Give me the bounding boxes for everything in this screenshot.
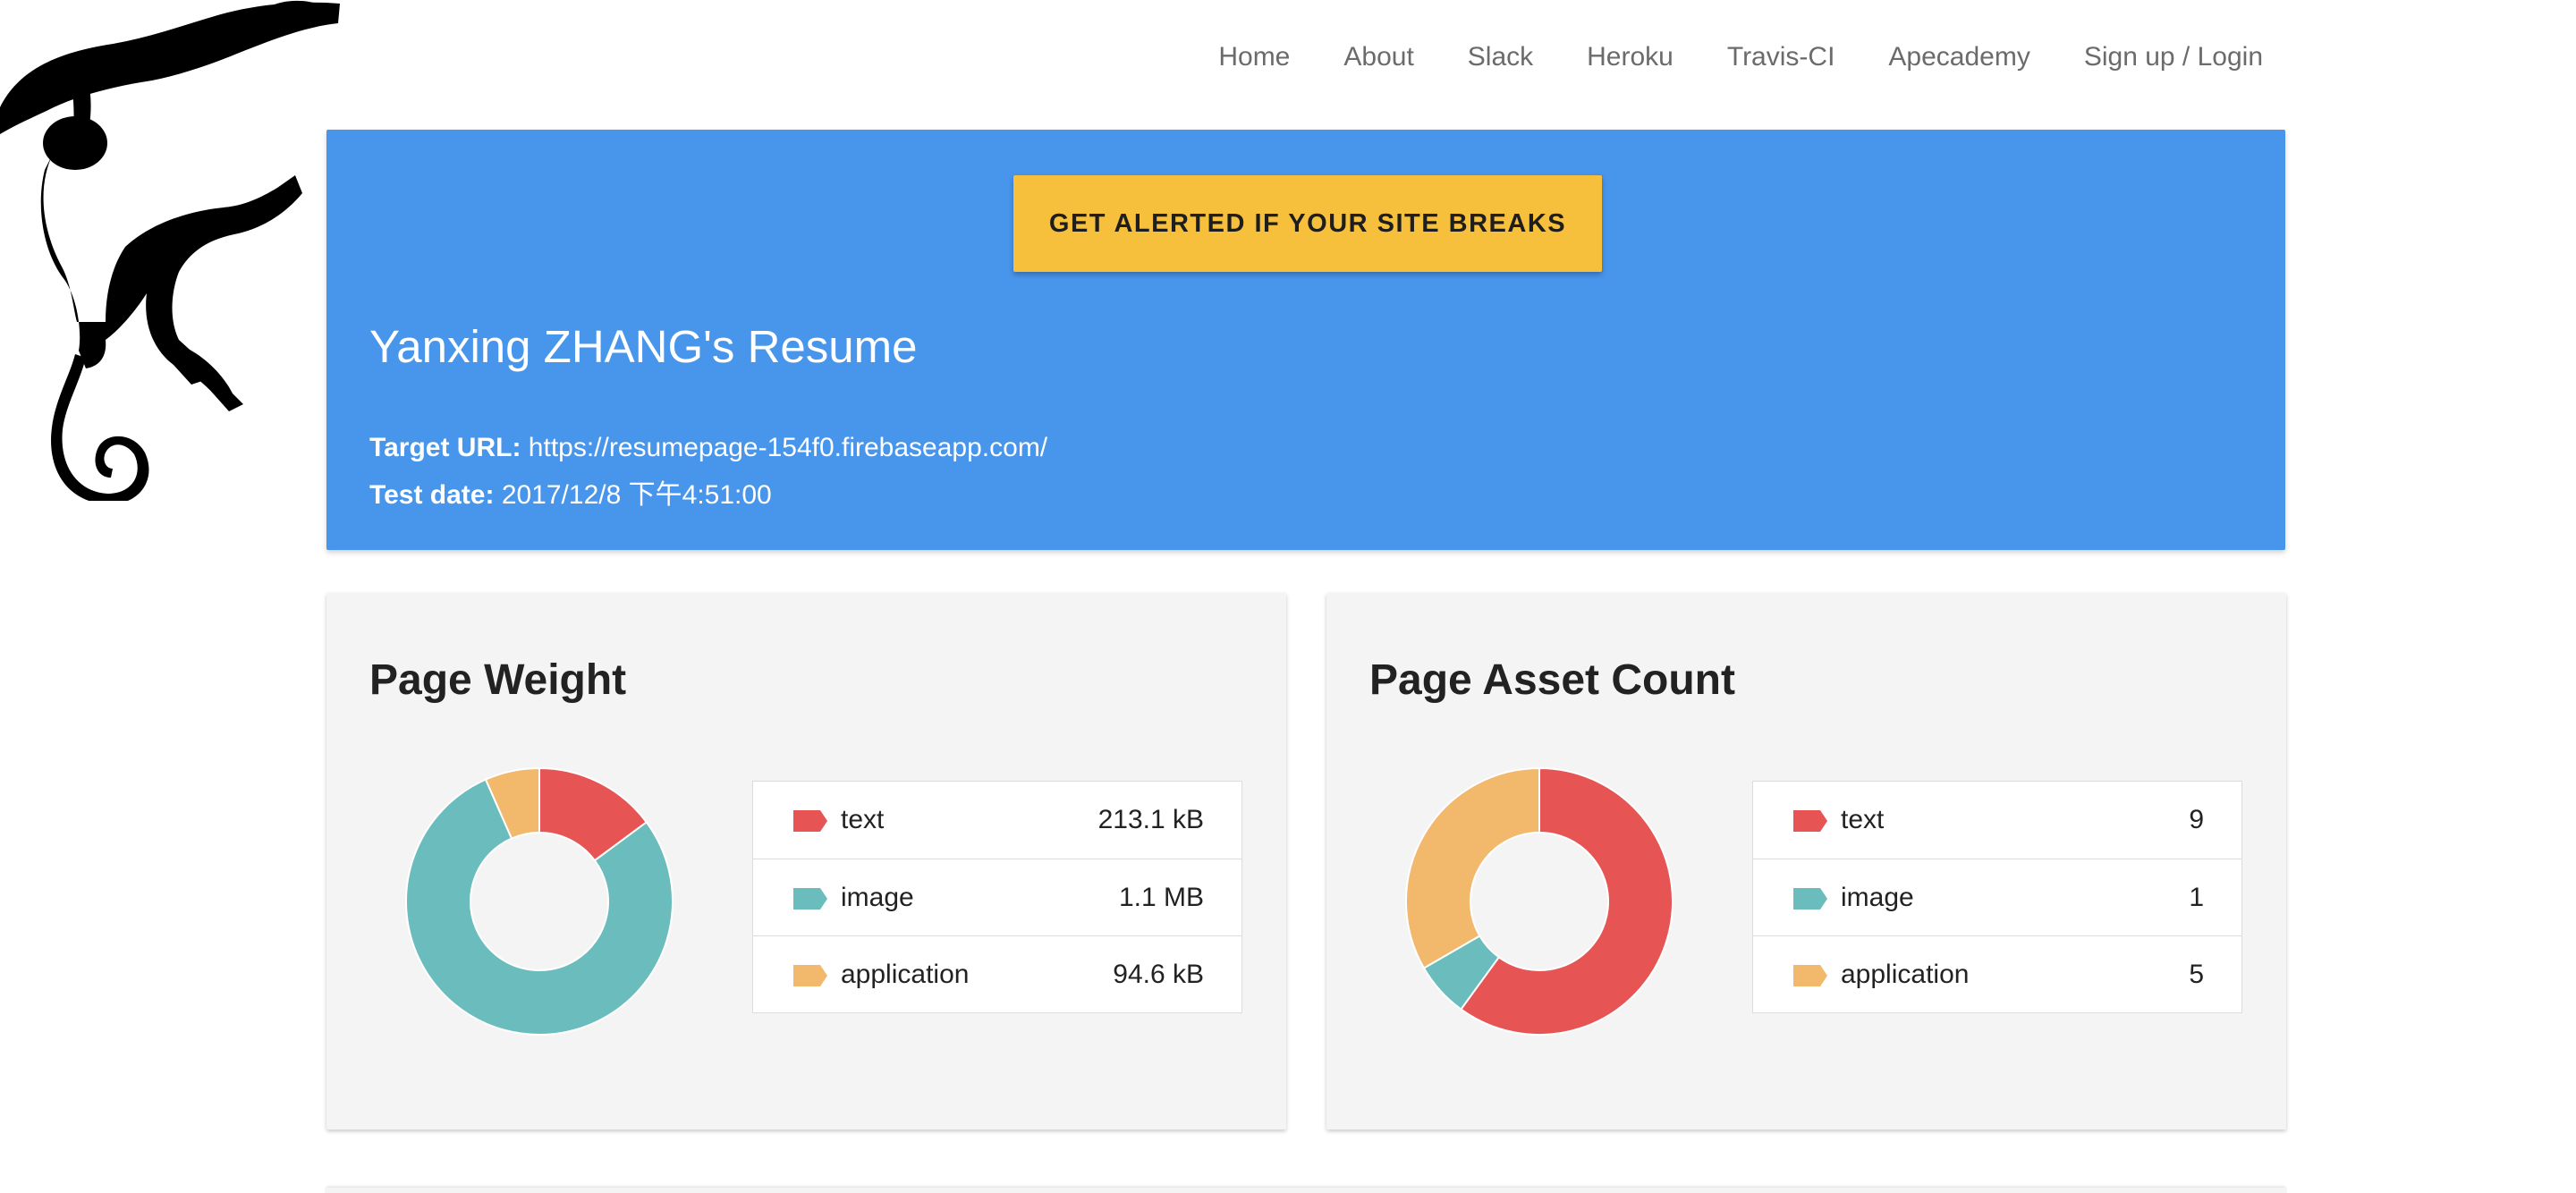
page-weight-legend: text 213.1 kB image 1.1 MB application 9… <box>752 781 1242 1013</box>
legend-value: 1.1 MB <box>1118 883 1204 912</box>
legend-value: 9 <box>2189 805 2204 834</box>
application-swatch-icon <box>793 965 827 986</box>
page-asset-count-legend: text 9 image 1 application 5 <box>1752 781 2242 1013</box>
application-swatch-icon <box>1793 965 1827 986</box>
legend-row-image: image 1 <box>1753 859 2241 935</box>
legend-value: 5 <box>2189 960 2204 989</box>
next-card-edge <box>326 1188 2285 1193</box>
page-weight-donut-chart <box>405 767 674 1036</box>
page-weight-title: Page Weight <box>369 656 627 704</box>
target-url-label: Target URL: <box>369 433 521 462</box>
alert-signup-button[interactable]: GET ALERTED IF YOUR SITE BREAKS <box>1013 175 1602 272</box>
page-asset-count-donut-chart <box>1405 767 1674 1036</box>
monkey-logo-icon[interactable] <box>0 0 340 501</box>
legend-row-image: image 1.1 MB <box>753 859 1241 935</box>
page-asset-count-card: Page Asset Count text 9 image 1 applicat… <box>1326 593 2286 1130</box>
text-swatch-icon <box>793 810 827 832</box>
text-swatch-icon <box>1793 810 1827 832</box>
nav-item-travis-ci[interactable]: Travis-CI <box>1727 39 1835 75</box>
legend-row-application: application 94.6 kB <box>753 935 1241 1012</box>
legend-row-text: text 213.1 kB <box>753 782 1241 859</box>
page-weight-card: Page Weight text 213.1 kB image 1.1 MB a… <box>326 593 1286 1130</box>
page-title: Yanxing ZHANG's Resume <box>369 321 918 372</box>
legend-row-text: text 9 <box>1753 782 2241 859</box>
legend-label: text <box>1841 805 1885 834</box>
legend-label: image <box>1841 883 1914 912</box>
target-url-value: https://resumepage-154f0.firebaseapp.com… <box>528 433 1048 462</box>
legend-label: application <box>1841 960 1970 989</box>
page-asset-count-title: Page Asset Count <box>1369 656 1735 704</box>
legend-value: 213.1 kB <box>1097 805 1204 834</box>
legend-value: 94.6 kB <box>1113 960 1204 989</box>
donut-slice-application[interactable] <box>1405 767 1540 969</box>
legend-label: text <box>841 805 885 834</box>
nav-item-signup-login[interactable]: Sign up / Login <box>2084 39 2263 75</box>
main-nav: Home About Slack Heroku Travis-CI Apecad… <box>1165 39 2263 75</box>
target-url-line: Target URL: https://resumepage-154f0.fir… <box>369 433 1047 463</box>
nav-item-home[interactable]: Home <box>1218 39 1290 75</box>
legend-row-application: application 5 <box>1753 935 2241 1012</box>
legend-value: 1 <box>2189 883 2204 912</box>
nav-item-apecademy[interactable]: Apecademy <box>1888 39 2029 75</box>
page: Home About Slack Heroku Travis-CI Apecad… <box>0 0 2576 1193</box>
nav-item-slack[interactable]: Slack <box>1468 39 1533 75</box>
legend-label: application <box>841 960 970 989</box>
test-date-label: Test date: <box>369 480 495 510</box>
nav-item-heroku[interactable]: Heroku <box>1587 39 1674 75</box>
nav-item-about[interactable]: About <box>1343 39 1413 75</box>
test-date-value: 2017/12/8 下午4:51:00 <box>501 480 772 510</box>
image-swatch-icon <box>1793 888 1827 910</box>
image-swatch-icon <box>793 888 827 910</box>
legend-label: image <box>841 883 914 912</box>
test-date-line: Test date: 2017/12/8 下午4:51:00 <box>369 472 772 512</box>
